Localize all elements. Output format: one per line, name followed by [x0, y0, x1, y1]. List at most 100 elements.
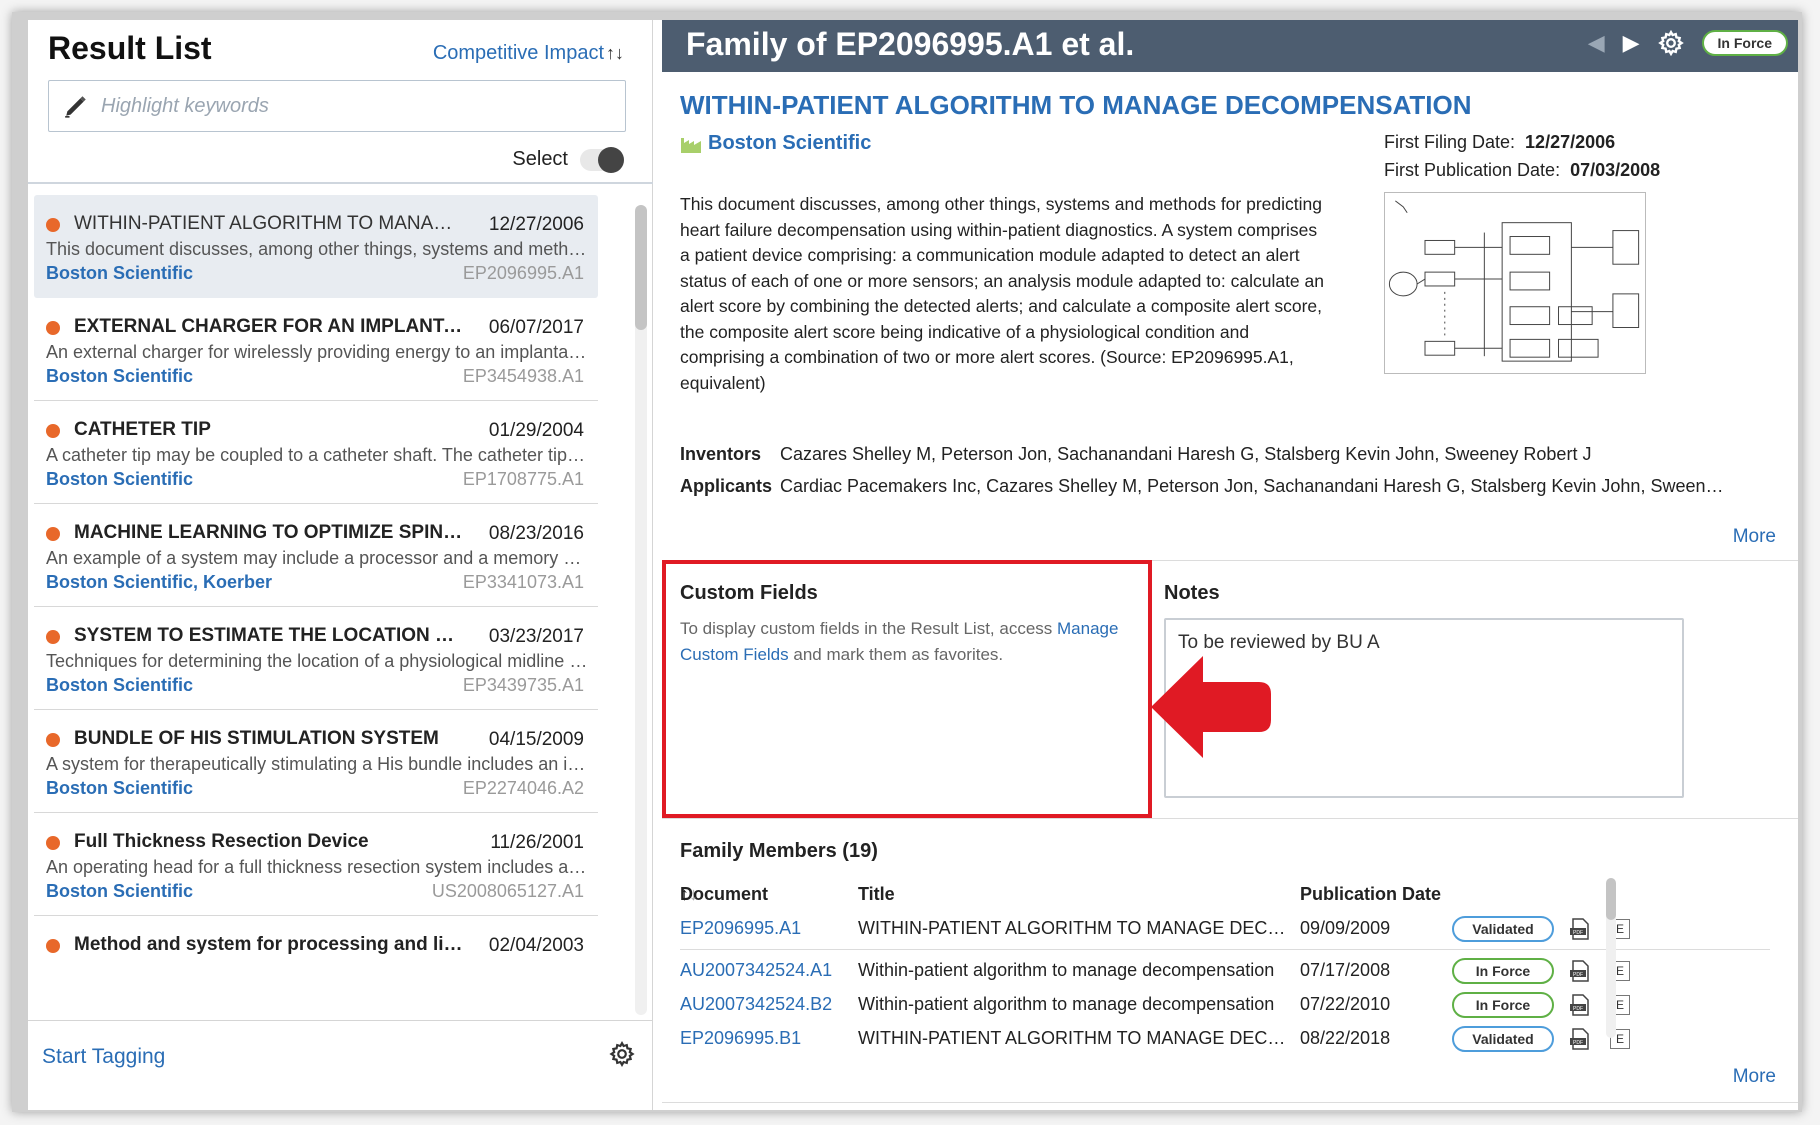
- result-description: An external charger for wirelessly provi…: [46, 342, 588, 362]
- patent-drawing-thumbnail[interactable]: [1384, 192, 1646, 374]
- gear-icon[interactable]: [609, 1041, 635, 1067]
- result-company[interactable]: Boston Scientific: [46, 366, 193, 387]
- detail-panel: Family of EP2096995.A1 et al. ◀ ▶ In For…: [654, 20, 1798, 1110]
- family-doc-link[interactable]: EP2096995.A1: [680, 918, 801, 939]
- scrollbar-thumb[interactable]: [635, 205, 647, 330]
- select-toggle[interactable]: [580, 146, 624, 173]
- first-filing-date: 12/27/2006: [1525, 132, 1616, 152]
- status-dot: [46, 836, 60, 850]
- pdf-icon[interactable]: PDF: [1568, 959, 1592, 983]
- scrollbar-thumb[interactable]: [1606, 878, 1616, 920]
- toggle-knob: [598, 146, 624, 173]
- result-title: EXTERNAL CHARGER FOR AN IMPLANTABLE ...: [74, 316, 464, 337]
- family-doc-date: 07/17/2008: [1300, 960, 1391, 980]
- assignee-name[interactable]: Boston Scientific: [708, 132, 871, 155]
- result-item[interactable]: CATHETER TIP 01/29/2004 A catheter tip m…: [34, 401, 598, 504]
- red-arrow-annotation: [1151, 656, 1271, 758]
- col-pub-date[interactable]: Publication Date: [1300, 884, 1441, 905]
- result-company[interactable]: Boston Scientific, Koerber: [46, 572, 272, 593]
- result-list-panel: Result List Competitive Impact↑↓ Select …: [28, 20, 653, 1110]
- result-item[interactable]: SYSTEM TO ESTIMATE THE LOCATION OF A SP.…: [34, 607, 598, 710]
- highlight-keywords-input[interactable]: [101, 94, 601, 118]
- status-badge: Validated: [1452, 1026, 1554, 1052]
- previous-arrow-icon[interactable]: ◀: [1588, 30, 1605, 56]
- abstract: This document discusses, among other thi…: [680, 194, 1324, 393]
- svg-text:PDF: PDF: [1573, 930, 1583, 936]
- result-item[interactable]: Full Thickness Resection Device 11/26/20…: [34, 813, 598, 916]
- result-item[interactable]: BUNDLE OF HIS STIMULATION SYSTEM 04/15/2…: [34, 710, 598, 813]
- result-item[interactable]: MACHINE LEARNING TO OPTIMIZE SPINAL CO..…: [34, 504, 598, 607]
- select-row: Select: [512, 146, 624, 173]
- sort-up-icon: ↑ ↓: [680, 884, 698, 904]
- svg-text:PDF: PDF: [1573, 972, 1583, 978]
- svg-text:PDF: PDF: [1573, 1040, 1583, 1046]
- result-date: 02/04/2003: [488, 935, 584, 956]
- result-list-title: Result List: [48, 30, 212, 66]
- more-link[interactable]: More: [1733, 526, 1776, 548]
- col-title[interactable]: Title: [858, 884, 895, 905]
- result-number: US2008065127.A1: [431, 881, 584, 901]
- result-title: SYSTEM TO ESTIMATE THE LOCATION OF A SP.…: [74, 625, 464, 646]
- status-dot: [46, 939, 60, 953]
- metadata: Inventors Cazares Shelley M, Peterson Jo…: [680, 438, 1780, 502]
- detail-header: Family of EP2096995.A1 et al. ◀ ▶ In For…: [662, 20, 1798, 72]
- family-doc-date: 08/22/2018: [1300, 1028, 1391, 1048]
- status-dot: [46, 424, 60, 438]
- sort-label: Competitive Impact: [432, 42, 604, 64]
- result-description: Techniques for determining the location …: [46, 651, 588, 671]
- result-date: 12/27/2006: [488, 214, 584, 235]
- header-controls: ◀ ▶ In Force: [1588, 30, 1788, 56]
- select-label: Select: [512, 148, 568, 170]
- status-dot: [46, 527, 60, 541]
- family-doc-title: Within-patient algorithm to manage decom…: [858, 960, 1275, 980]
- result-date: 08/23/2016: [488, 523, 584, 544]
- gear-icon[interactable]: [1657, 30, 1684, 56]
- result-title: CATHETER TIP: [74, 419, 211, 440]
- section-divider: [662, 818, 1798, 819]
- inventors-label: Inventors: [680, 443, 762, 464]
- pdf-icon[interactable]: PDF: [1568, 993, 1592, 1017]
- result-company[interactable]: Boston Scientific: [46, 675, 193, 696]
- result-number: EP3454938.A1: [462, 366, 584, 386]
- result-number: EP1708775.A1: [462, 469, 584, 489]
- status-dot: [46, 218, 60, 232]
- result-list-footer: Start Tagging: [28, 1020, 653, 1110]
- result-date: 06/07/2017: [488, 317, 584, 338]
- result-company[interactable]: Boston Scientific: [46, 881, 193, 902]
- start-tagging-link[interactable]: Start Tagging: [42, 1045, 165, 1069]
- result-item[interactable]: Method and system for processing and lin…: [34, 916, 598, 1015]
- result-number: EP3341073.A1: [462, 572, 584, 592]
- highlight-keywords-field[interactable]: [48, 80, 626, 132]
- family-doc-link[interactable]: AU2007342524.A1: [680, 960, 832, 981]
- family-doc-link[interactable]: EP2096995.B1: [680, 1028, 801, 1049]
- first-pub-date: 07/03/2008: [1570, 160, 1661, 180]
- assignee: Boston Scientific: [680, 132, 871, 155]
- next-arrow-icon[interactable]: ▶: [1623, 30, 1640, 56]
- result-list-scrollbar[interactable]: [635, 205, 647, 1015]
- status-dot: [46, 733, 60, 747]
- status-badge: In Force: [1452, 992, 1554, 1018]
- result-company[interactable]: Boston Scientific: [46, 778, 193, 799]
- status-dot: [46, 321, 60, 335]
- family-title: Family of EP2096995.A1 et al.: [686, 26, 1135, 62]
- first-filing-label: First Filing Date:: [1384, 132, 1516, 152]
- result-company[interactable]: Boston Scientific: [46, 469, 193, 490]
- family-more-link[interactable]: More: [1733, 1066, 1776, 1088]
- sort-competitive-impact[interactable]: Competitive Impact ↑↓: [433, 42, 624, 65]
- family-doc-link[interactable]: AU2007342524.B2: [680, 994, 832, 1015]
- pdf-icon[interactable]: PDF: [1568, 1027, 1592, 1051]
- document-title[interactable]: WITHIN-PATIENT ALGORITHM TO MANAGE DECOM…: [680, 90, 1472, 121]
- family-table-scrollbar[interactable]: [1606, 878, 1616, 1038]
- svg-text:PDF: PDF: [1573, 1006, 1583, 1012]
- result-title: Full Thickness Resection Device: [74, 831, 369, 852]
- result-item[interactable]: WITHIN-PATIENT ALGORITHM TO MANAGE D... …: [34, 195, 598, 298]
- result-item[interactable]: EXTERNAL CHARGER FOR AN IMPLANTABLE ... …: [34, 298, 598, 401]
- status-badge: In Force: [1701, 30, 1788, 56]
- pdf-icon[interactable]: PDF: [1568, 917, 1592, 941]
- result-title: MACHINE LEARNING TO OPTIMIZE SPINAL CO..…: [74, 522, 464, 543]
- family-doc-title: Within-patient algorithm to manage decom…: [858, 994, 1275, 1014]
- result-company[interactable]: Boston Scientific: [46, 263, 193, 284]
- family-doc-date: 09/09/2009: [1300, 918, 1391, 938]
- family-doc-title: WITHIN-PATIENT ALGORITHM TO MANAGE DECOM…: [858, 1028, 1298, 1048]
- applicants-value: Cardiac Pacemakers Inc, Cazares Shelley …: [780, 475, 1730, 496]
